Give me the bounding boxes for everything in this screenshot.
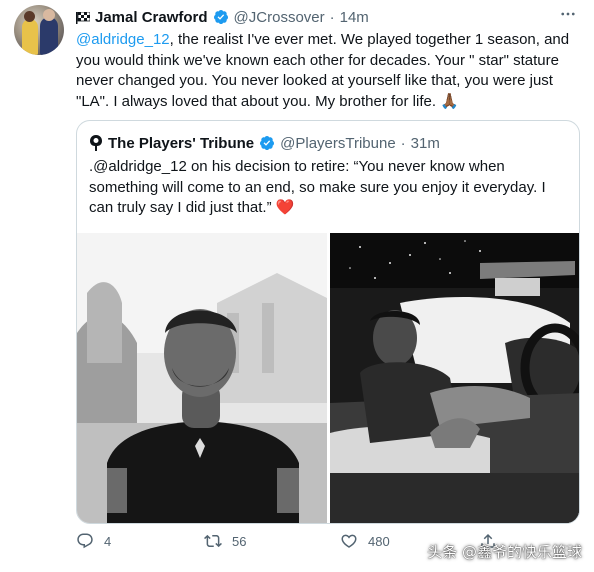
quoted-author-name[interactable]: The Players' Tribune xyxy=(108,135,254,152)
more-icon[interactable] xyxy=(556,4,580,24)
author-handle[interactable]: @JCrossover xyxy=(234,9,325,26)
portrait-photo[interactable] xyxy=(77,233,327,523)
like-count: 480 xyxy=(368,533,390,549)
tweet-text: @aldridge_12, the realist I've ever met.… xyxy=(76,30,576,112)
timestamp[interactable]: 14m xyxy=(340,9,369,26)
mention-link[interactable]: @aldridge_12 xyxy=(76,31,170,48)
retweet-icon xyxy=(204,534,222,548)
tweet-header: Jamal Crawford @JCrossover · 14m xyxy=(76,6,369,28)
reply-icon xyxy=(77,533,93,549)
separator: · xyxy=(400,134,406,152)
like-button[interactable]: 480 xyxy=(340,528,390,554)
reply-count: 4 xyxy=(104,533,112,549)
flag-icon xyxy=(76,11,91,24)
quoted-header: The Players' Tribune @PlayersTribune · 3… xyxy=(89,133,440,153)
quoted-tweet[interactable]: The Players' Tribune @PlayersTribune · 3… xyxy=(76,120,580,524)
watermark: 头条 @鑫爷的快乐篮球 xyxy=(427,543,582,561)
like-icon xyxy=(341,534,357,548)
avatar[interactable] xyxy=(14,5,64,55)
quoted-media xyxy=(77,233,579,523)
verified-icon xyxy=(213,9,229,25)
reply-button[interactable]: 4 xyxy=(76,528,111,554)
retweet-count: 56 xyxy=(232,533,247,549)
players-tribune-logo-icon xyxy=(89,134,103,152)
author-name[interactable]: Jamal Crawford xyxy=(95,9,208,26)
car-photo[interactable] xyxy=(330,233,579,523)
verified-icon xyxy=(259,135,275,151)
quoted-text: .@aldridge_12 on his decision to retire:… xyxy=(89,158,546,216)
quoted-author-handle[interactable]: @PlayersTribune xyxy=(280,135,396,152)
tweet: Jamal Crawford @JCrossover · 14m @aldrid… xyxy=(0,0,594,572)
retweet-button[interactable]: 56 xyxy=(204,528,246,554)
separator: · xyxy=(329,8,335,26)
quoted-timestamp[interactable]: 31m xyxy=(411,135,440,152)
